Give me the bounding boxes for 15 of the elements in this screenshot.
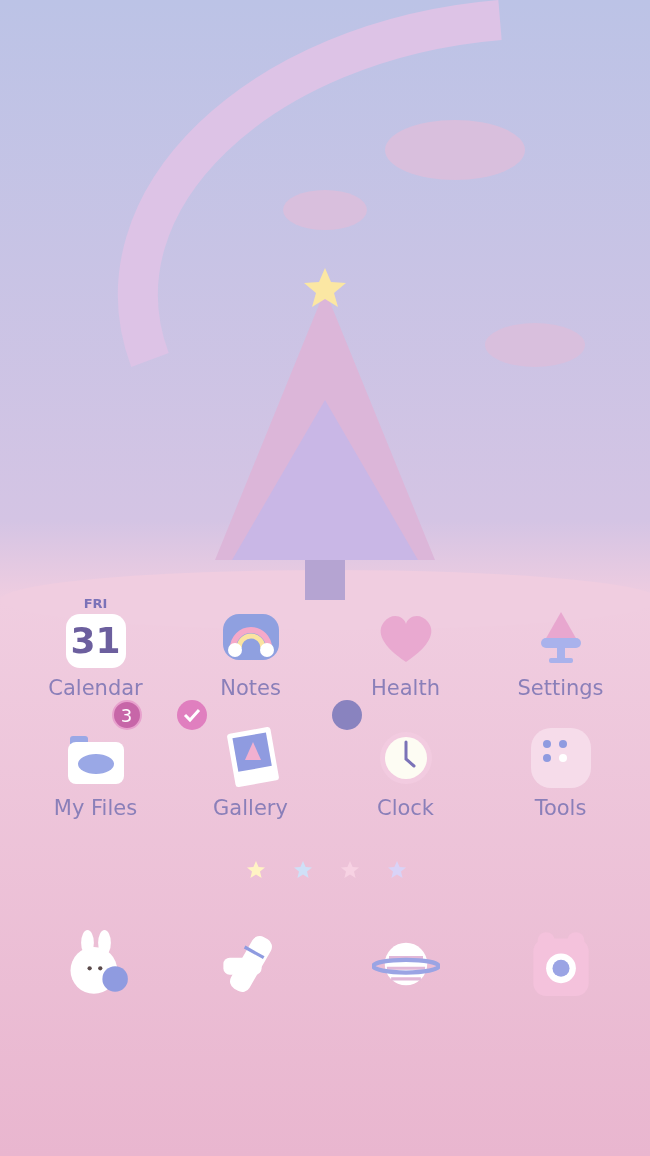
app-label[interactable]: Clock bbox=[376, 796, 435, 820]
notification-dot bbox=[331, 700, 362, 730]
page-indicator-star[interactable] bbox=[245, 860, 266, 880]
app-label[interactable]: Settings bbox=[517, 676, 604, 700]
app-label[interactable]: Gallery bbox=[213, 796, 288, 820]
app-label[interactable]: Tools bbox=[534, 796, 587, 820]
calendar-day: FRI bbox=[83, 596, 108, 611]
calendar-date: 31 bbox=[70, 619, 121, 663]
app-label[interactable]: Health bbox=[371, 676, 440, 700]
page-indicator-star[interactable] bbox=[292, 860, 313, 880]
app-label[interactable]: My Files bbox=[53, 796, 138, 820]
page-indicator-star[interactable] bbox=[386, 860, 407, 880]
app-label[interactable]: Notes bbox=[220, 676, 281, 700]
check-icon bbox=[176, 700, 207, 730]
app-label[interactable]: Calendar bbox=[48, 676, 143, 700]
